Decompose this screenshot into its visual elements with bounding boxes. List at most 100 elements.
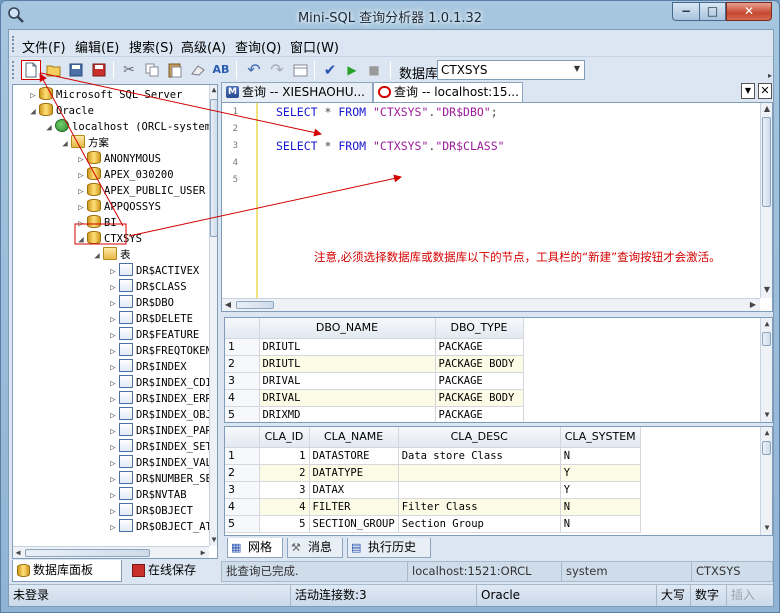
column-header[interactable]: CLA_SYSTEM bbox=[560, 427, 641, 448]
table-cell[interactable]: N bbox=[560, 498, 641, 516]
spell-icon[interactable]: AB bbox=[211, 60, 231, 80]
tree-node[interactable]: ▷ DR$DELETE bbox=[107, 311, 193, 327]
table-cell[interactable]: Y bbox=[560, 481, 641, 499]
tab-list-dropdown-icon[interactable]: ▼ bbox=[741, 83, 755, 99]
close-tab-icon[interactable]: ✕ bbox=[758, 83, 772, 99]
tree-node[interactable]: ▷ DR$DBO bbox=[107, 295, 174, 311]
table-cell[interactable]: PACKAGE bbox=[435, 338, 524, 356]
redo-icon[interactable]: ↷ bbox=[267, 60, 287, 80]
scroll-down-icon[interactable]: ▼ bbox=[763, 410, 771, 419]
scroll-down-icon[interactable]: ▼ bbox=[763, 523, 771, 532]
row-number[interactable]: 4 bbox=[225, 498, 260, 516]
row-number[interactable]: 2 bbox=[225, 355, 260, 373]
column-header[interactable]: DBO_TYPE bbox=[435, 318, 524, 339]
tree-node[interactable]: ▷ DR$INDEX_ERROR bbox=[107, 391, 217, 408]
tab-messages[interactable]: ⚒ 消息 bbox=[287, 538, 343, 558]
open-icon[interactable] bbox=[44, 60, 64, 80]
tree-node[interactable]: ▷ Microsoft SQL Server bbox=[27, 87, 182, 103]
table-row[interactable]: 4 4 FILTER Filter Class N bbox=[225, 498, 641, 516]
tree-node[interactable]: ▷ DR$ACTIVEX bbox=[107, 263, 199, 279]
collapsed-arrow-icon[interactable]: ▷ bbox=[107, 312, 119, 328]
table-cell[interactable]: Y bbox=[560, 464, 641, 482]
row-number[interactable]: 5 bbox=[225, 515, 260, 533]
table-cell[interactable]: Data store Class bbox=[398, 447, 561, 465]
table-cell[interactable]: DRIUTL bbox=[259, 355, 436, 373]
tree-node[interactable]: ◢ Oracle bbox=[27, 103, 94, 119]
maximize-button[interactable]: □ bbox=[699, 2, 726, 21]
result-grid-1[interactable]: DBO_NAME DBO_TYPE 1 DRIUTL PACKAGE 2 DRIUTL P… bbox=[224, 317, 773, 423]
column-header[interactable]: CLA_NAME bbox=[309, 427, 399, 448]
tree-node[interactable]: ▷ APPQOSSYS bbox=[75, 199, 161, 215]
table-row[interactable]: 4 DRIVAL PACKAGE BODY bbox=[225, 389, 524, 407]
collapsed-arrow-icon[interactable]: ▷ bbox=[27, 88, 39, 104]
collapsed-arrow-icon[interactable]: ▷ bbox=[107, 344, 119, 360]
tree-node[interactable]: ▷ BI bbox=[75, 215, 117, 231]
scroll-up-icon[interactable]: ▲ bbox=[763, 319, 771, 328]
table-cell[interactable]: PACKAGE BODY bbox=[435, 389, 524, 407]
table-cell[interactable]: DRIVAL bbox=[259, 372, 436, 390]
tab-history[interactable]: ▤ 执行历史 bbox=[347, 538, 431, 558]
scroll-down-icon[interactable]: ▼ bbox=[763, 285, 771, 294]
row-number[interactable]: 1 bbox=[225, 338, 260, 356]
tab-online-save[interactable]: 在线保存 bbox=[128, 560, 214, 582]
scroll-left-icon[interactable]: ◀ bbox=[14, 548, 22, 557]
cut-icon[interactable]: ✂ bbox=[119, 60, 139, 80]
table-row[interactable]: 1 1 DATASTORE Data store Class N bbox=[225, 447, 641, 465]
table-cell[interactable]: 3 bbox=[259, 481, 310, 499]
tree-node[interactable]: ◢ localhost (ORCL-system) bbox=[43, 119, 217, 135]
scroll-down-icon[interactable]: ▼ bbox=[210, 535, 217, 544]
expanded-arrow-icon[interactable]: ◢ bbox=[91, 248, 103, 264]
collapsed-arrow-icon[interactable]: ▷ bbox=[75, 200, 87, 216]
scroll-right-icon[interactable]: ▶ bbox=[749, 300, 757, 309]
minimize-button[interactable]: − bbox=[672, 2, 699, 21]
tree-node[interactable]: ▷ DR$NUMBER_SEQUENCE bbox=[107, 471, 217, 487]
save-all-icon[interactable] bbox=[89, 60, 109, 80]
table-row[interactable]: 2 DRIUTL PACKAGE BODY bbox=[225, 355, 524, 373]
grid2-scroll-thumb[interactable] bbox=[762, 441, 771, 455]
table-cell[interactable]: 1 bbox=[259, 447, 310, 465]
table-cell[interactable]: N bbox=[560, 447, 641, 465]
menu-query[interactable]: 查询(Q) bbox=[235, 37, 281, 56]
table-cell[interactable]: 2 bbox=[259, 464, 310, 482]
expanded-arrow-icon[interactable]: ◢ bbox=[75, 232, 87, 248]
close-button[interactable]: ✕ bbox=[726, 2, 772, 21]
tab-grid[interactable]: ▦ 网格 bbox=[227, 538, 283, 558]
scroll-up-icon[interactable]: ▲ bbox=[763, 428, 771, 437]
collapsed-arrow-icon[interactable]: ▷ bbox=[107, 440, 119, 456]
collapsed-arrow-icon[interactable]: ▷ bbox=[107, 456, 119, 472]
tree-node[interactable]: ▷ DR$NVTAB bbox=[107, 487, 187, 503]
tree-node[interactable]: ◢ 表 bbox=[91, 247, 131, 263]
row-number[interactable]: 4 bbox=[225, 389, 260, 407]
editor-vertical-scrollbar[interactable]: ▲ ▼ bbox=[760, 103, 772, 298]
scroll-right-icon[interactable]: ▶ bbox=[199, 548, 207, 557]
tree-node[interactable]: ▷ DR$INDEX_SET bbox=[107, 439, 212, 455]
collapsed-arrow-icon[interactable]: ▷ bbox=[75, 152, 87, 168]
table-row[interactable]: 3 DRIVAL PACKAGE bbox=[225, 372, 524, 390]
collapsed-arrow-icon[interactable]: ▷ bbox=[75, 184, 87, 200]
column-header[interactable]: DBO_NAME bbox=[259, 318, 436, 339]
table-cell[interactable]: FILTER bbox=[309, 498, 399, 516]
tab-query-localhost[interactable]: 查询 -- localhost:15... bbox=[373, 82, 523, 102]
tree-horizontal-scrollbar[interactable]: ◀ ▶ bbox=[13, 546, 209, 558]
collapsed-arrow-icon[interactable]: ▷ bbox=[107, 296, 119, 312]
table-row[interactable]: 5 5 SECTION_GROUP Section Group N bbox=[225, 515, 641, 533]
menu-file[interactable]: 文件(F) bbox=[22, 37, 66, 56]
clear-icon[interactable] bbox=[188, 60, 208, 80]
grid1-scroll-thumb[interactable] bbox=[762, 332, 771, 346]
row-number[interactable]: 1 bbox=[225, 447, 260, 465]
result-grid-2[interactable]: CLA_ID CLA_NAME CLA_DESC CLA_SYSTEM 1 1 DA… bbox=[224, 426, 773, 536]
tree-node[interactable]: ▷ ANONYMOUS bbox=[75, 151, 161, 167]
collapsed-arrow-icon[interactable]: ▷ bbox=[107, 392, 119, 408]
table-cell[interactable]: DRIVAL bbox=[259, 389, 436, 407]
table-cell[interactable]: 4 bbox=[259, 498, 310, 516]
collapsed-arrow-icon[interactable]: ▷ bbox=[107, 376, 119, 392]
tree-node[interactable]: ▷ DR$OBJECT bbox=[107, 503, 193, 519]
stop-icon[interactable]: ■ bbox=[364, 60, 384, 80]
tree-hscroll-thumb[interactable] bbox=[25, 549, 150, 557]
table-cell[interactable]: DATASTORE bbox=[309, 447, 399, 465]
tree-node[interactable]: ▷ DR$CLASS bbox=[107, 279, 187, 295]
table-cell[interactable]: DRIUTL bbox=[259, 338, 436, 356]
scroll-up-icon[interactable]: ▲ bbox=[763, 104, 771, 113]
collapsed-arrow-icon[interactable]: ▷ bbox=[107, 504, 119, 520]
table-cell[interactable]: DATAX bbox=[309, 481, 399, 499]
